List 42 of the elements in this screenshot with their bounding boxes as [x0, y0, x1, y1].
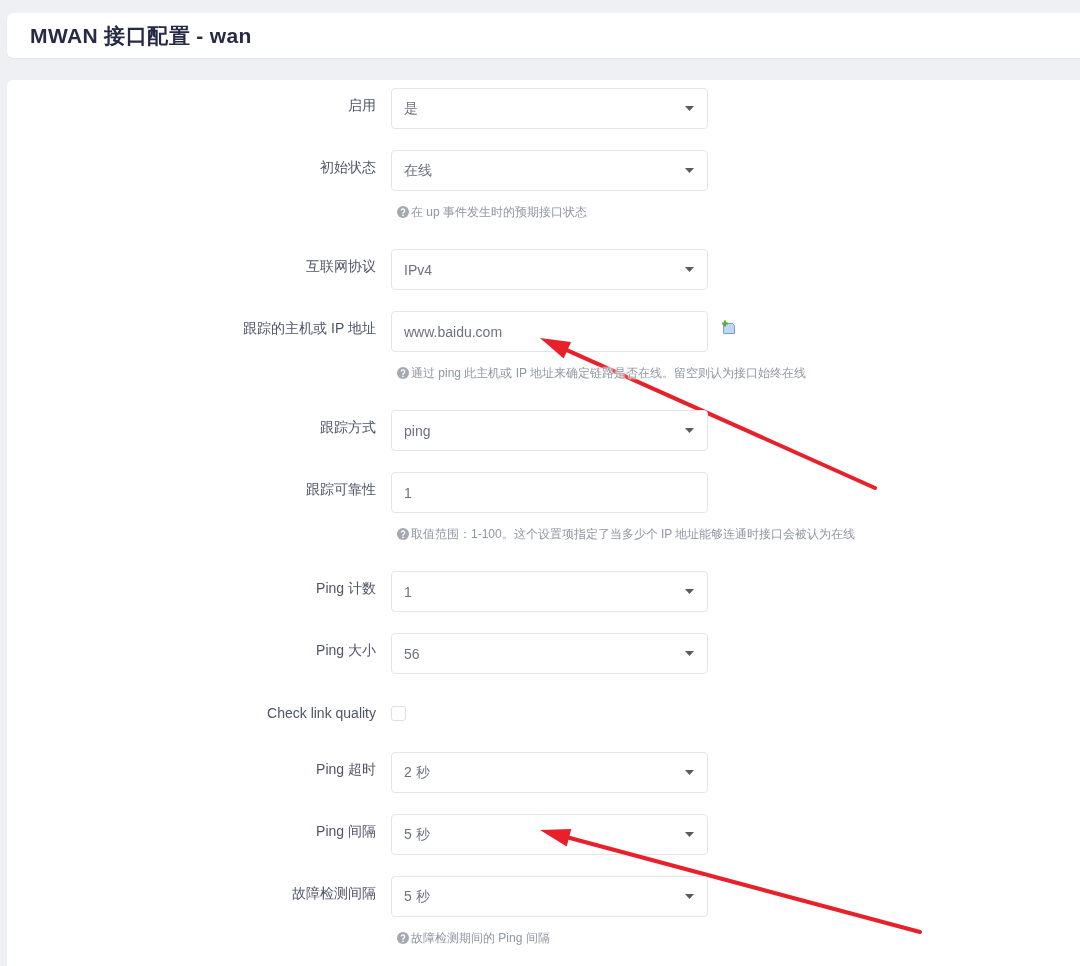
dropdown-caret-icon — [685, 770, 694, 775]
field-label: 启用 — [348, 96, 376, 115]
help-text: 取值范围：1-100。这个设置项指定了当多少个 IP 地址能够连通时接口会被认为在线 — [411, 526, 856, 543]
field-label: Ping 超时 — [316, 760, 376, 779]
dropdown[interactable]: ping — [391, 410, 708, 451]
dropdown[interactable]: 在线 — [391, 150, 708, 191]
dropdown-caret-icon — [685, 832, 694, 837]
field-label: Ping 计数 — [316, 579, 376, 598]
help-icon — [397, 932, 409, 944]
checkbox[interactable] — [391, 705, 406, 721]
field-label: 初始状态 — [320, 158, 376, 177]
dropdown[interactable]: 2 秒 — [391, 752, 708, 793]
dropdown[interactable]: 56 — [391, 633, 708, 674]
dropdown[interactable]: 是 — [391, 88, 708, 129]
help-icon — [397, 367, 409, 379]
dropdown[interactable]: IPv4 — [391, 249, 708, 290]
field-label: 故障检测间隔 — [292, 884, 376, 903]
dropdown-caret-icon — [685, 428, 694, 433]
dropdown[interactable]: 1 — [391, 571, 708, 612]
help-text: 在 up 事件发生时的预期接口状态 — [411, 204, 587, 221]
dropdown-caret-icon — [685, 106, 694, 111]
page-title: MWAN 接口配置 - wan — [30, 22, 252, 49]
dropdown-caret-icon — [685, 168, 694, 173]
dropdown[interactable]: 5 秒 — [391, 876, 708, 917]
dropdown-caret-icon — [685, 267, 694, 272]
text-field[interactable]: 1 — [391, 472, 708, 513]
dropdown-caret-icon — [685, 651, 694, 656]
help-icon — [397, 206, 409, 218]
field-label: Ping 大小 — [316, 641, 376, 660]
dropdown-caret-icon — [685, 589, 694, 594]
field-label: 跟踪方式 — [320, 418, 376, 437]
field-label: 跟踪可靠性 — [306, 480, 376, 499]
help-icon — [397, 528, 409, 540]
field-label: 互联网协议 — [306, 257, 376, 276]
help-text: 故障检测期间的 Ping 间隔 — [411, 930, 550, 947]
dropdown-caret-icon — [685, 894, 694, 899]
field-label: 跟踪的主机或 IP 地址 — [243, 319, 376, 338]
text-field[interactable]: www.baidu.com — [391, 311, 708, 352]
dropdown[interactable]: 5 秒 — [391, 814, 708, 855]
add-page-icon[interactable] — [721, 320, 736, 335]
field-label: Check link quality — [267, 704, 376, 723]
field-label: Ping 间隔 — [316, 822, 376, 841]
